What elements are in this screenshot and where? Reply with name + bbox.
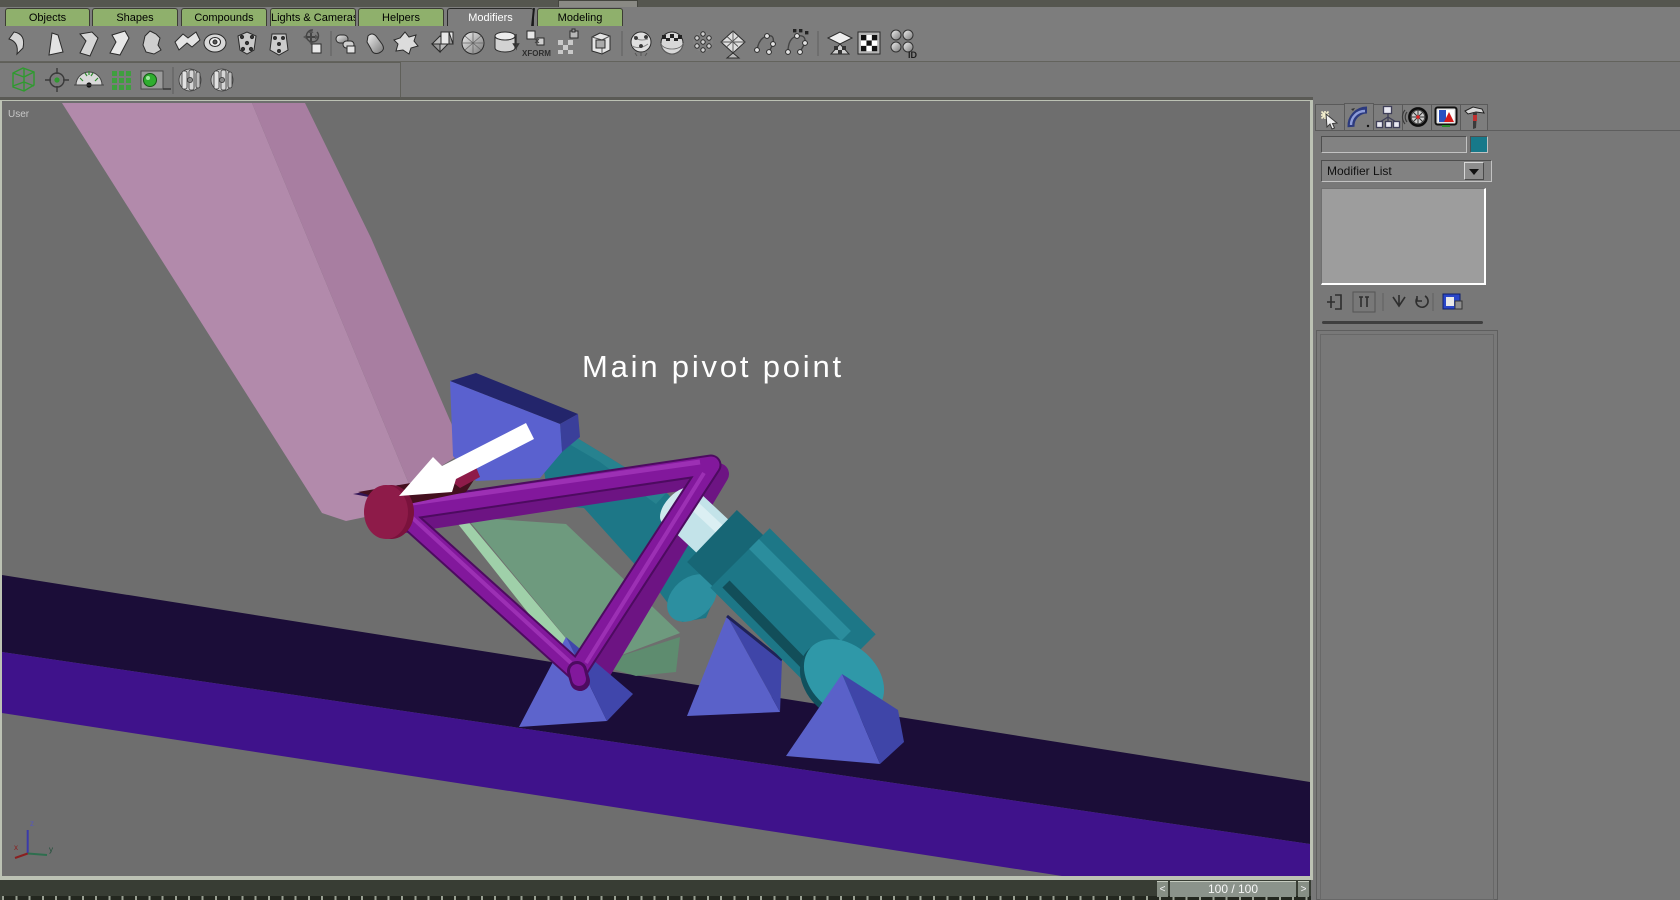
svg-text:XFORM: XFORM (522, 49, 551, 58)
svg-text:User: User (8, 109, 30, 120)
svg-text:y: y (49, 845, 53, 854)
svg-text:Main pivot point: Main pivot point (582, 349, 844, 384)
svg-text:z: z (30, 819, 34, 828)
svg-text:x: x (14, 843, 18, 852)
svg-text:ID: ID (908, 50, 918, 60)
